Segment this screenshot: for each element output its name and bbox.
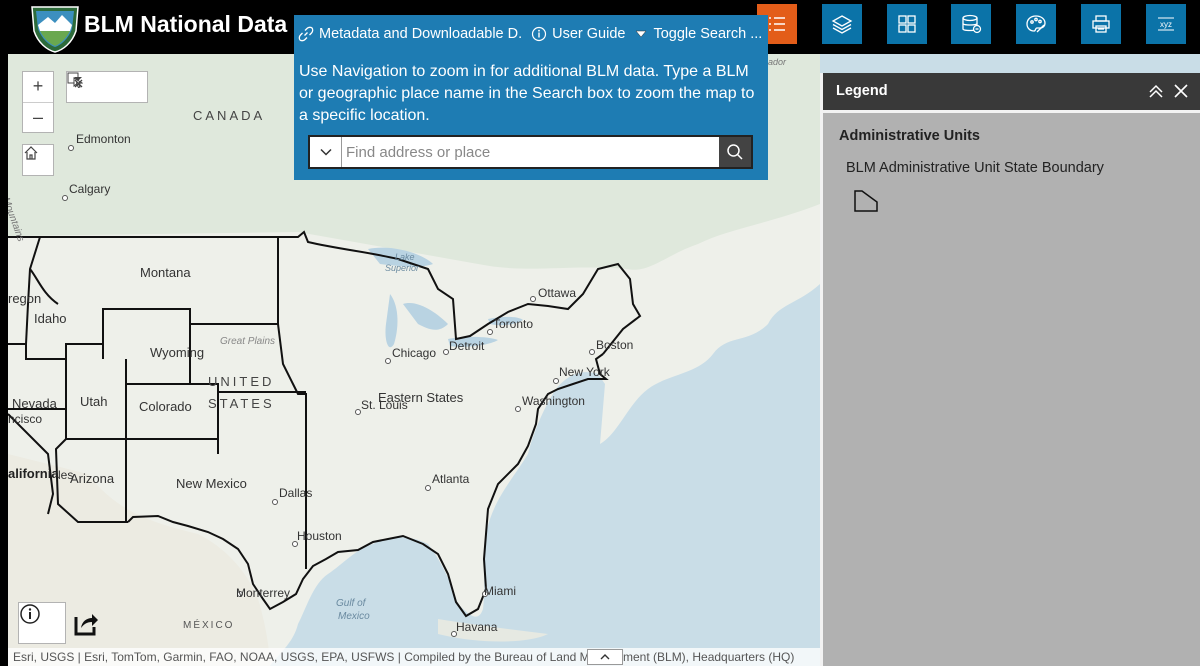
state-oregon: regon	[8, 291, 42, 306]
legend-item-label: BLM Administrative Unit State Boundary	[846, 160, 1104, 176]
legend-collapse-button[interactable]	[1145, 80, 1167, 102]
toolbar-basemap-gallery-button[interactable]	[887, 4, 927, 44]
clear-selection-icon	[67, 72, 83, 88]
city-detroit: Detroit	[449, 339, 485, 353]
state-new-mexico: New Mexico	[176, 476, 247, 491]
legend-title: Legend	[836, 83, 888, 99]
link-icon	[298, 26, 314, 42]
toolbar-data-button[interactable]	[951, 4, 991, 44]
zoom-out-button[interactable]: –	[23, 103, 53, 133]
search-icon	[727, 144, 743, 160]
app-title: BLM National Data	[84, 11, 288, 37]
state-montana: Montana	[140, 265, 191, 280]
home-button[interactable]	[22, 144, 54, 176]
city-new-york: New York	[559, 365, 610, 379]
state-california: alifornia	[8, 466, 59, 481]
label-lake-1: Lake	[395, 252, 415, 262]
toggle-search-link-label: Toggle Search ...	[653, 26, 763, 42]
palette-icon	[1026, 15, 1046, 33]
legend-header: Legend	[823, 73, 1200, 110]
label-united: UNITED	[208, 374, 275, 389]
city-chicago: Chicago	[392, 346, 437, 360]
app-root: CANADA UNITED STATES MÉXICO Gulf of Mexi…	[0, 0, 1200, 666]
state-utah: Utah	[80, 394, 108, 409]
caret-down-icon	[635, 30, 648, 38]
label-lake-2: Superior	[385, 263, 420, 273]
city-edmonton: Edmonton	[76, 132, 131, 146]
user-guide-link-label: User Guide	[552, 26, 626, 42]
database-icon	[962, 14, 982, 34]
state-eastern-states: Eastern States	[378, 390, 464, 405]
toolbar-draw-button[interactable]	[1016, 4, 1056, 44]
print-icon	[1092, 15, 1110, 33]
state-wyoming: Wyoming	[150, 345, 205, 360]
blm-logo-icon	[31, 6, 79, 53]
grid-icon	[898, 15, 916, 33]
city-havana: Havana	[456, 620, 498, 634]
city-calgary: Calgary	[69, 182, 111, 196]
toolbar-print-button[interactable]	[1081, 4, 1121, 44]
toolbar-layers-button[interactable]	[822, 4, 862, 44]
zoom-widget: + –	[22, 71, 54, 133]
city-dallas: Dallas	[279, 486, 313, 500]
search-instructions: Use Navigation to zoom in for additional…	[299, 63, 755, 124]
search-box	[308, 135, 753, 169]
metadata-link-label: Metadata and Downloadable D.	[319, 26, 523, 42]
double-chevron-up-icon	[1149, 84, 1163, 98]
xyz-icon: xyz	[1158, 17, 1174, 31]
legend-close-button[interactable]	[1170, 80, 1192, 102]
city-miami: Miami	[484, 584, 516, 598]
search-panel: Metadata and Downloadable D. User Guide …	[294, 15, 768, 180]
search-panel-links: Metadata and Downloadable D. User Guide …	[294, 15, 768, 53]
toggle-search-link[interactable]: Toggle Search ...	[634, 26, 762, 42]
close-icon	[1174, 84, 1188, 98]
zoom-in-button[interactable]: +	[23, 72, 53, 103]
share-button[interactable]	[72, 609, 104, 641]
select-widget	[66, 71, 148, 103]
label-gulf-1: Gulf of	[336, 598, 366, 609]
label-ador: ador	[768, 57, 787, 67]
info-circle-icon	[532, 26, 547, 42]
label-mexico: MÉXICO	[183, 620, 235, 631]
label-great-plains: Great Plains	[220, 336, 276, 347]
share-icon	[74, 614, 98, 636]
state-colorado: Colorado	[139, 399, 192, 414]
info-icon	[20, 604, 40, 624]
state-idaho: Idaho	[34, 311, 67, 326]
list-icon	[769, 17, 785, 31]
city-atlanta: Atlanta	[432, 472, 470, 486]
city-toronto: Toronto	[493, 317, 534, 331]
search-submit-button[interactable]	[719, 137, 751, 167]
label-states: STATES	[208, 396, 275, 411]
metadata-link[interactable]: Metadata and Downloadable D.	[298, 26, 522, 42]
legend-panel: Legend Administrative Units BLM Administ…	[820, 73, 1200, 666]
layers-icon	[831, 15, 853, 34]
legend-layer-title: Administrative Units	[839, 128, 980, 144]
city-san-francisco: ncisco	[8, 412, 43, 426]
polygon-swatch-icon	[854, 190, 878, 212]
label-canada: CANADA	[193, 108, 266, 123]
legend-body: Administrative Units BLM Administrative …	[823, 110, 1200, 666]
city-monterrey: Monterrey	[236, 586, 291, 600]
city-ottawa: Ottawa	[538, 286, 577, 300]
label-gulf-2: Mexico	[338, 611, 370, 622]
city-houston: Houston	[297, 529, 342, 543]
user-guide-link[interactable]: User Guide	[531, 26, 625, 42]
search-source-dropdown[interactable]	[310, 137, 342, 167]
city-washington: Washington	[522, 394, 585, 408]
search-input[interactable]	[346, 137, 718, 167]
state-arizona: Arizona	[70, 471, 115, 486]
home-icon	[24, 146, 38, 160]
toolbar-coordinates-button[interactable]: xyz	[1146, 4, 1186, 44]
chevron-up-icon	[600, 654, 610, 660]
attribution-toggle-button[interactable]	[587, 649, 623, 665]
state-nevada: Nevada	[12, 396, 57, 411]
map-attribution: Esri, USGS | Esri, TomTom, Garmin, FAO, …	[8, 648, 820, 666]
svg-text:xyz: xyz	[1160, 20, 1172, 29]
city-boston: Boston	[596, 338, 634, 352]
chevron-down-icon	[319, 148, 332, 156]
about-button[interactable]	[18, 602, 66, 644]
